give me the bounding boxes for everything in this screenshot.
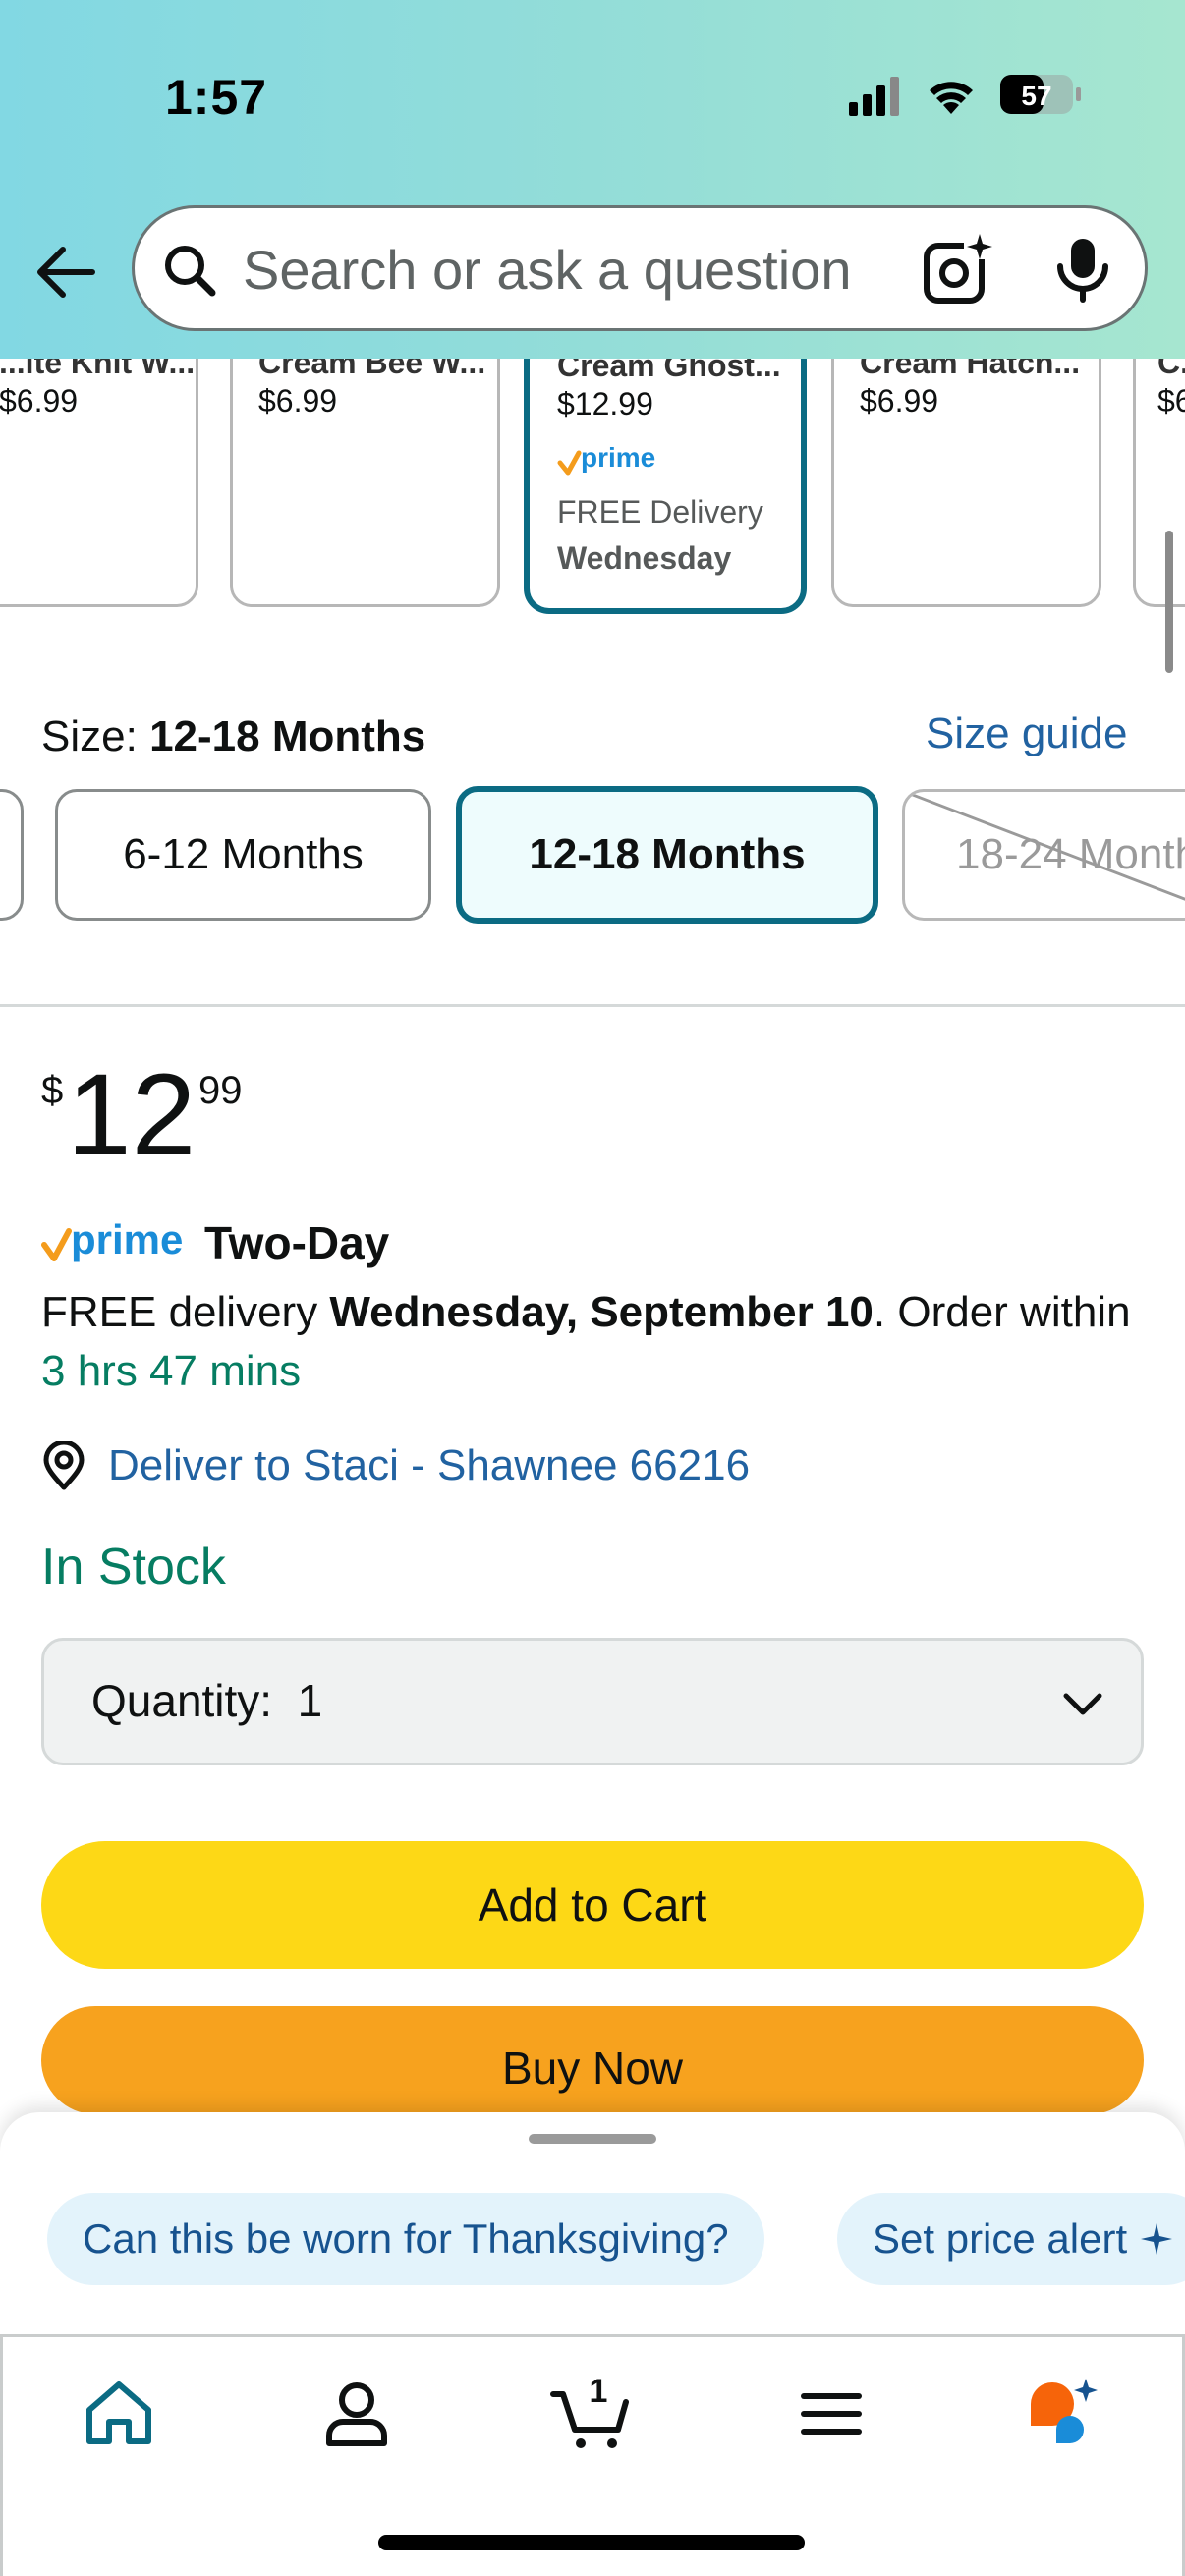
variant-card[interactable]: Cream Bee W... $6.99 — [230, 334, 500, 607]
size-selected-value: 12-18 Months — [149, 712, 426, 760]
strikethrough-line — [905, 792, 1185, 901]
variant-price: $6... — [1157, 383, 1185, 419]
variant-delivery-day: Wednesday — [557, 540, 732, 576]
back-arrow-icon[interactable] — [33, 240, 98, 305]
variant-card[interactable]: ...ite Knit W... $6.99 — [0, 334, 198, 607]
account-icon[interactable] — [317, 2375, 396, 2453]
quantity-dropdown[interactable]: Quantity: 1 — [41, 1638, 1144, 1765]
search-icon — [165, 246, 216, 297]
deliver-to-link[interactable]: Deliver to Staci - Shawnee 66216 — [41, 1436, 750, 1495]
delivery-message: FREE delivery Wednesday, September 10. O… — [41, 1283, 1152, 1401]
quantity-label-text: Quantity: — [91, 1675, 273, 1726]
size-chip-selected[interactable]: 12-18 Months — [456, 786, 878, 924]
prime-logo: prime — [41, 1216, 183, 1262]
cellular-signal-icon — [849, 77, 899, 116]
battery-icon: 57 — [1000, 75, 1081, 114]
delivery-prefix: FREE delivery — [41, 1288, 330, 1336]
search-input[interactable]: Search or ask a question — [243, 238, 851, 302]
svg-text:prime: prime — [71, 1216, 183, 1262]
size-guide-link[interactable]: Size guide — [926, 709, 1127, 758]
svg-text:prime: prime — [581, 442, 655, 473]
chevron-down-icon — [1063, 1693, 1102, 1715]
rufus-assistant-icon[interactable] — [1023, 2375, 1101, 2453]
size-chip-partial[interactable] — [0, 789, 24, 921]
bottom-sheet: Can this be worn for Thanksgiving? Set p… — [0, 2112, 1185, 2576]
variant-free-delivery: FREE Delivery — [557, 494, 763, 530]
sheet-grabber[interactable] — [529, 2134, 656, 2144]
variant-price: $12.99 — [557, 386, 653, 421]
variant-card[interactable]: C... $6... — [1133, 334, 1185, 607]
cart-icon[interactable]: 1 — [549, 2375, 638, 2453]
app-header: 1:57 57 Search or ask a question — [0, 0, 1185, 359]
variant-carousel: ...ite Knit W... $6.99 Cream Bee W... $6… — [0, 334, 1185, 629]
svg-text:57: 57 — [1021, 81, 1051, 111]
wifi-icon — [930, 82, 973, 114]
suggested-prompts: Can this be worn for Thanksgiving? Set p… — [0, 2193, 1185, 2291]
buy-now-button[interactable]: Buy Now — [41, 2006, 1144, 2114]
variant-card-selected[interactable]: Cream Ghost... $12.99 prime FREE Deliver… — [524, 334, 807, 614]
delivery-date: Wednesday, September 10 — [329, 1288, 874, 1336]
variant-price: $6.99 — [0, 383, 79, 419]
prime-logo: prime — [557, 442, 655, 476]
price-fraction: 99 — [198, 1069, 243, 1112]
svg-text:1: 1 — [590, 2375, 608, 2410]
section-divider — [0, 1004, 1185, 1007]
stock-status: In Stock — [41, 1539, 226, 1596]
prime-delivery-badge: prime Two-Day — [41, 1213, 389, 1272]
prompt-chip[interactable]: Set price alert — [837, 2193, 1185, 2285]
status-time: 1:57 — [165, 70, 268, 125]
price-whole: 12 — [67, 1050, 197, 1180]
quantity-label: Quantity: 1 — [91, 1674, 322, 1727]
menu-icon[interactable] — [792, 2375, 871, 2453]
variant-price: $6.99 — [860, 383, 939, 419]
sparkle-icon — [1141, 2223, 1173, 2255]
size-label-text: Size: — [41, 712, 138, 760]
delivery-order-within: . Order within — [873, 1288, 1131, 1336]
variant-price: $6.99 — [258, 383, 338, 419]
size-label: Size: 12-18 Months — [41, 712, 425, 761]
prompt-chip[interactable]: Can this be worn for Thanksgiving? — [47, 2193, 764, 2285]
size-options: 6-12 Months 12-18 Months 18-24 Months — [0, 786, 1185, 928]
quantity-value: 1 — [297, 1675, 323, 1726]
delivery-countdown: 3 hrs 47 mins — [41, 1347, 302, 1395]
prompt-chip-label: Set price alert — [873, 2215, 1128, 2262]
home-indicator[interactable] — [378, 2535, 805, 2550]
deliver-to-text[interactable]: Deliver to Staci - Shawnee 66216 — [108, 1441, 750, 1490]
price-symbol: $ — [41, 1069, 64, 1112]
variant-card[interactable]: Cream Hatch... $6.99 — [831, 334, 1101, 607]
add-to-cart-button[interactable]: Add to Cart — [41, 1841, 1144, 1969]
size-chip-unavailable[interactable]: 18-24 Months — [902, 789, 1185, 921]
delivery-speed: Two-Day — [204, 1217, 390, 1268]
home-icon[interactable] — [80, 2375, 158, 2453]
status-icons: 57 — [849, 75, 1081, 116]
location-pin-icon — [43, 1441, 85, 1490]
size-chip[interactable]: 6-12 Months — [55, 789, 431, 921]
page-scrollbar[interactable] — [1165, 531, 1173, 673]
search-bar[interactable]: Search or ask a question — [132, 205, 1148, 331]
microphone-icon[interactable] — [1048, 235, 1117, 304]
camera-lens-icon[interactable] — [921, 230, 999, 308]
